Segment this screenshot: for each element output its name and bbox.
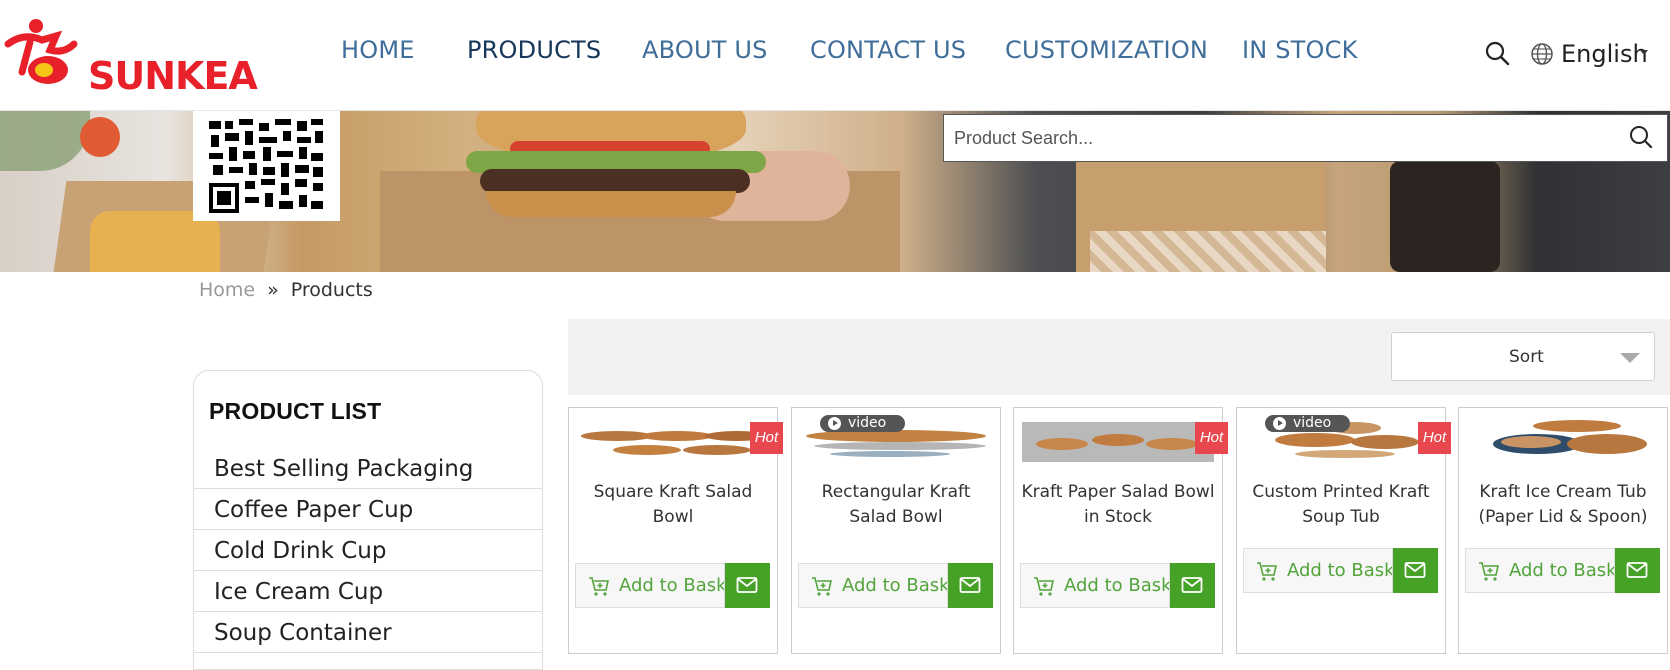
- play-icon: [828, 417, 841, 430]
- chevron-down-icon: [1640, 50, 1648, 55]
- video-badge[interactable]: video: [1265, 415, 1350, 432]
- qr-code: [193, 111, 340, 221]
- sort-dropdown[interactable]: Sort: [1391, 332, 1655, 381]
- cart-icon: [589, 577, 609, 596]
- product-name[interactable]: Rectangular Kraft Salad Bowl: [792, 480, 1000, 530]
- sidebar-title: PRODUCT LIST: [209, 398, 382, 424]
- inquiry-mail-button[interactable]: [725, 563, 770, 608]
- search-icon: [1630, 126, 1653, 149]
- add-to-basket-label: Add to Basket: [1287, 560, 1393, 581]
- cart-icon: [812, 577, 832, 596]
- product-name[interactable]: Kraft Paper Salad Bowl in Stock: [1014, 480, 1222, 530]
- mail-icon: [959, 577, 981, 593]
- product-card[interactable]: video Hot Custom Printed Kraft Soup Tub …: [1236, 407, 1451, 654]
- add-to-basket-button[interactable]: Add to Basket: [1465, 548, 1615, 593]
- hot-badge: Hot: [1418, 422, 1451, 454]
- add-to-basket-label: Add to Basket: [1064, 575, 1170, 596]
- product-search-input[interactable]: [944, 115, 1614, 161]
- product-image[interactable]: [577, 414, 769, 462]
- product-card[interactable]: video Rectangular Kraft Salad Bowl Add t…: [791, 407, 1001, 654]
- inquiry-mail-button[interactable]: [948, 563, 993, 608]
- play-icon: [1273, 417, 1286, 430]
- sidebar-item-label: Best Selling Packaging: [214, 456, 474, 482]
- hot-badge: Hot: [750, 422, 783, 454]
- sidebar-item-soup-container[interactable]: Soup Container: [194, 612, 542, 653]
- mail-icon: [1626, 562, 1648, 578]
- mail-icon: [1181, 577, 1203, 593]
- add-to-basket-button[interactable]: Add to Basket: [575, 563, 725, 608]
- sort-label: Sort: [1509, 347, 1544, 367]
- sidebar-item-label: Ice Cream Cup: [214, 579, 384, 605]
- sidebar-item-best-selling-packaging[interactable]: Best Selling Packaging: [194, 448, 542, 489]
- hot-badge: Hot: [1195, 422, 1228, 454]
- language-label: English: [1561, 40, 1648, 68]
- sidebar-item-cold-drink-cup[interactable]: Cold Drink Cup: [194, 530, 542, 571]
- chevron-down-icon: [1620, 353, 1640, 363]
- cart-icon: [1479, 562, 1499, 581]
- breadcrumb-current: Products: [290, 279, 373, 301]
- nav-home[interactable]: HOME: [341, 36, 415, 64]
- breadcrumb: Home » Products: [199, 279, 373, 301]
- sidebar-item-label: Cold Drink Cup: [214, 538, 387, 564]
- cart-icon: [1034, 577, 1054, 596]
- logo[interactable]: SUNKEA: [4, 14, 264, 98]
- search-button[interactable]: [1615, 115, 1667, 161]
- inquiry-mail-button[interactable]: [1615, 548, 1660, 593]
- globe-icon: [1531, 43, 1553, 65]
- mail-icon: [1404, 562, 1426, 578]
- logo-mark-icon: [4, 19, 78, 84]
- nav-contact-us[interactable]: CONTACT US: [810, 36, 966, 64]
- product-card[interactable]: Hot Square Kraft Salad Bowl Add to Baske…: [568, 407, 783, 654]
- nav-customization[interactable]: CUSTOMIZATION: [1005, 36, 1208, 64]
- product-image[interactable]: [1022, 414, 1214, 462]
- product-search-box: [943, 114, 1668, 162]
- inquiry-mail-button[interactable]: [1393, 548, 1438, 593]
- add-to-basket-button[interactable]: Add to Basket: [798, 563, 948, 608]
- sort-bar: Sort: [568, 319, 1670, 395]
- sidebar-item-ice-cream-cup[interactable]: Ice Cream Cup: [194, 571, 542, 612]
- add-to-basket-label: Add to Basket: [619, 575, 725, 596]
- add-to-basket-label: Add to Basket: [842, 575, 948, 596]
- sidebar-item-label: Soup Container: [214, 620, 392, 646]
- product-card[interactable]: Kraft Ice Cream Tub (Paper Lid & Spoon) …: [1458, 407, 1668, 654]
- nav-about-us[interactable]: ABOUT US: [642, 36, 768, 64]
- mail-icon: [736, 577, 758, 593]
- video-badge[interactable]: video: [820, 415, 905, 432]
- language-selector[interactable]: English: [1530, 38, 1670, 68]
- breadcrumb-separator: »: [267, 279, 279, 301]
- add-to-basket-button[interactable]: Add to Basket: [1020, 563, 1170, 608]
- product-name[interactable]: Custom Printed Kraft Soup Tub: [1237, 480, 1445, 530]
- site-header: SUNKEA HOME PRODUCTS ABOUT US CONTACT US…: [0, 0, 1670, 111]
- sidebar-item-label: Coffee Paper Cup: [214, 497, 414, 523]
- nav-products[interactable]: PRODUCTS: [467, 36, 601, 64]
- sidebar-item-coffee-paper-cup[interactable]: Coffee Paper Cup: [194, 489, 542, 530]
- add-to-basket-label: Add to Basket: [1509, 560, 1615, 581]
- breadcrumb-home[interactable]: Home: [199, 279, 255, 301]
- nav-in-stock[interactable]: IN STOCK: [1242, 36, 1358, 64]
- product-image[interactable]: [1467, 414, 1659, 462]
- inquiry-mail-button[interactable]: [1170, 563, 1215, 608]
- header-search-icon[interactable]: [1484, 40, 1510, 66]
- add-to-basket-button[interactable]: Add to Basket: [1243, 548, 1393, 593]
- cart-icon: [1257, 562, 1277, 581]
- product-card[interactable]: Hot Kraft Paper Salad Bowl in Stock Add …: [1013, 407, 1228, 654]
- product-name[interactable]: Square Kraft Salad Bowl: [569, 480, 777, 530]
- logo-text: SUNKEA: [88, 54, 258, 98]
- product-list-sidebar: PRODUCT LIST Best Selling Packaging Coff…: [193, 370, 543, 670]
- product-name[interactable]: Kraft Ice Cream Tub (Paper Lid & Spoon): [1459, 480, 1667, 530]
